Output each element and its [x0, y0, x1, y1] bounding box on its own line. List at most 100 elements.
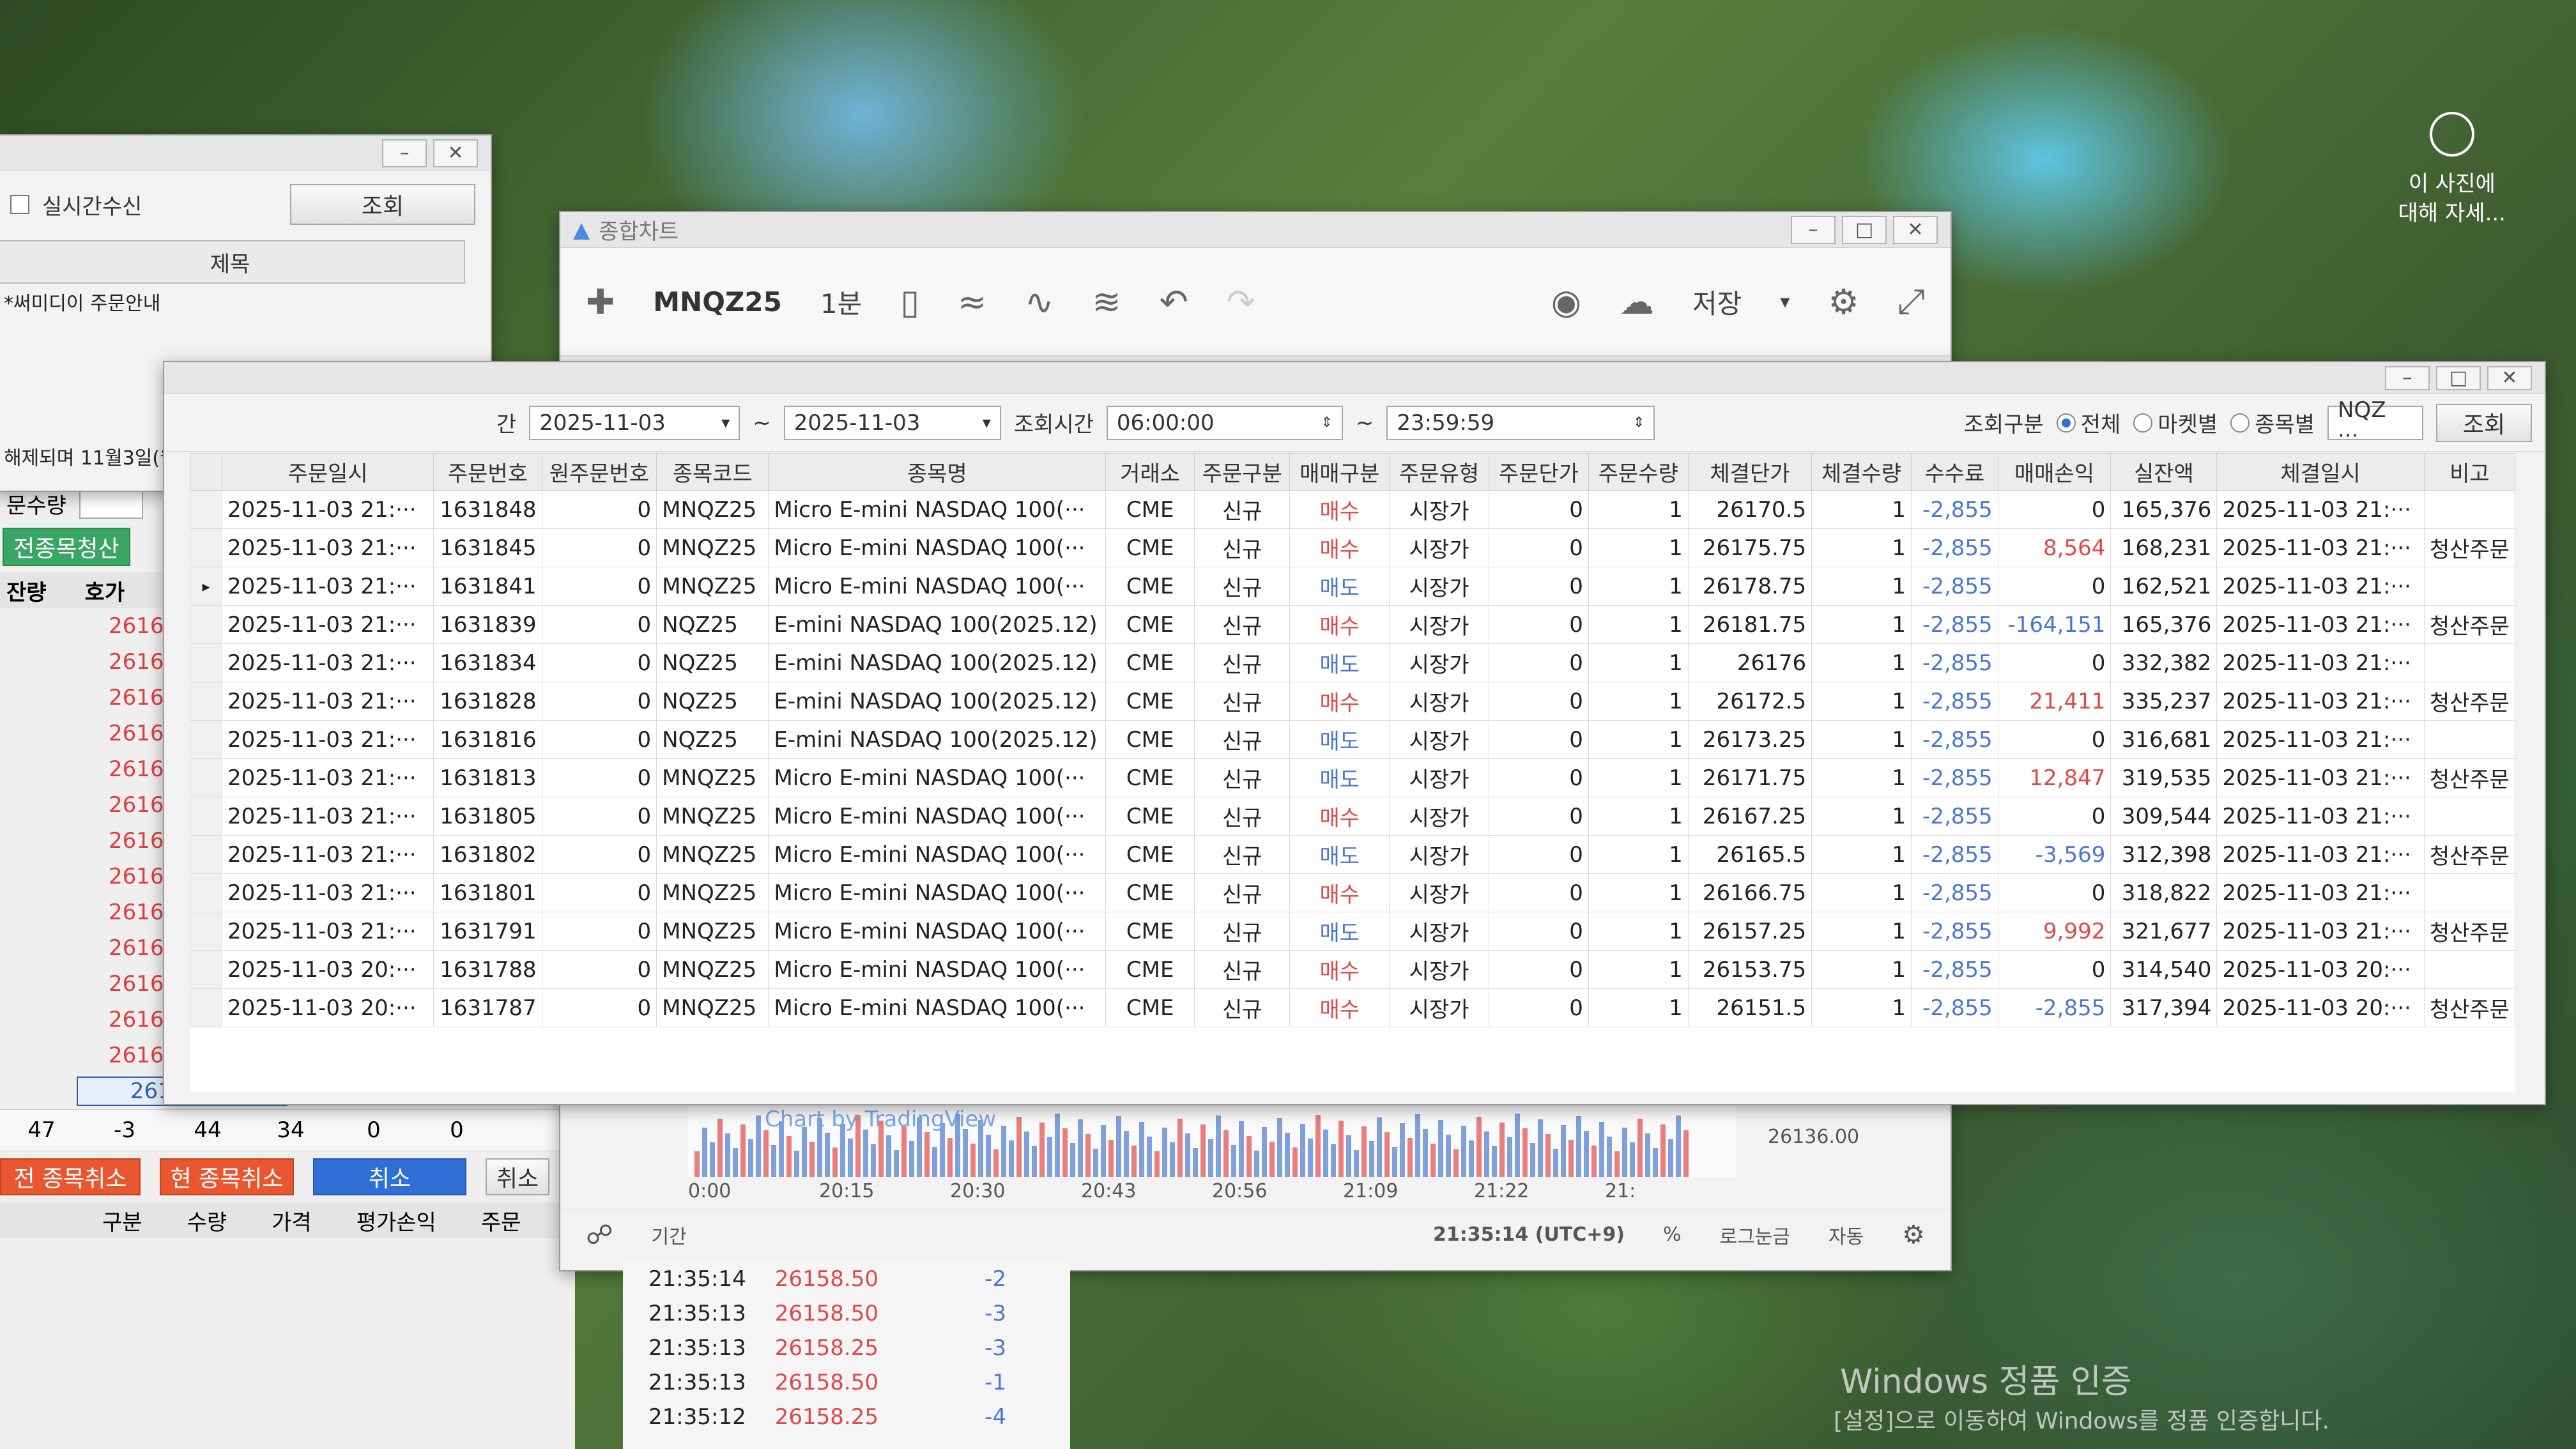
realtime-checkbox[interactable]	[10, 195, 29, 214]
cancel-current-button[interactable]: 현 종목취소	[160, 1158, 294, 1195]
radio-symbol[interactable]: 종목별	[2230, 407, 2315, 438]
line-icon[interactable]: ∿	[1025, 282, 1054, 322]
spinner-icon[interactable]: ⇕	[1633, 415, 1644, 431]
column-header[interactable]: 체결단가	[1687, 453, 1813, 491]
column-header[interactable]: 주문수량	[1588, 453, 1689, 491]
column-header[interactable]: 수수료	[1910, 453, 1998, 491]
order-history-titlebar[interactable]: – □ ✕	[164, 362, 2545, 394]
table-row[interactable]: 2025-11-03 21:··· 1631813 0 MNQZ25 Micro E-m…	[190, 758, 2515, 797]
time-to-input[interactable]: 23:59:59 ⇕	[1386, 405, 1655, 440]
time-from-input[interactable]: 06:00:00 ⇕	[1106, 405, 1343, 440]
chart-titlebar[interactable]: ▲ 종합차트 – □ ✕	[560, 212, 1951, 248]
table-row[interactable]: 2025-11-03 21:··· 1631834 0 NQZ25 E-mini NAS…	[190, 643, 2515, 682]
volume-bar	[1622, 1128, 1627, 1177]
table-row[interactable]: 2025-11-03 21:··· 1631801 0 MNQZ25 Micro E-m…	[190, 873, 2515, 912]
cancel-all-button[interactable]: 전 종목취소	[0, 1158, 141, 1195]
column-header[interactable]: 매매구분	[1289, 453, 1390, 491]
gear-icon[interactable]: ⚙	[1828, 282, 1859, 322]
notice-row[interactable]: *써미디이 주문안내	[0, 284, 491, 319]
table-row[interactable]: 2025-11-03 21:··· 1631802 0 MNQZ25 Micro E-m…	[190, 835, 2515, 874]
volume-bar	[809, 1142, 815, 1177]
percent-toggle[interactable]: %	[1663, 1223, 1682, 1246]
notice-query-button[interactable]: 조회	[290, 184, 475, 225]
column-header[interactable]: 원주문번호	[541, 453, 657, 491]
column-header[interactable]: 종목코드	[656, 453, 769, 491]
column-header[interactable]: 주문번호	[433, 453, 542, 491]
tick-qty: -4	[985, 1404, 1006, 1430]
spinner-icon[interactable]: ⇕	[1321, 415, 1332, 431]
list-close-button[interactable]: ✕	[2487, 365, 2532, 390]
column-header[interactable]: 종목명	[768, 453, 1107, 491]
table-row[interactable]: ▸ 2025-11-03 21:··· 1631841 0 MNQZ25 Micro E-…	[190, 567, 2515, 606]
auto-toggle[interactable]: 자동	[1828, 1221, 1864, 1249]
chart-close-button[interactable]: ✕	[1893, 215, 1938, 244]
table-row[interactable]: 2025-11-03 21:··· 1631816 0 NQZ25 E-mini NAS…	[190, 720, 2515, 759]
camera-icon[interactable]: ◉	[1551, 282, 1581, 322]
hoga-price: 2616	[109, 685, 164, 710]
cell-qty: 1	[1588, 912, 1689, 951]
notice-titlebar[interactable]: – ✕	[0, 135, 491, 171]
chart-minimize-button[interactable]: –	[1791, 215, 1836, 244]
radio-market[interactable]: 마켓별	[2133, 407, 2218, 438]
candle-icon[interactable]: ▯	[900, 282, 919, 322]
calendar-dropdown-icon[interactable]: ▾	[721, 413, 730, 433]
column-header[interactable]: 거래소	[1105, 453, 1195, 491]
table-row[interactable]: 2025-11-03 21:··· 1631848 0 MNQZ25 Micro E-m…	[190, 490, 2515, 529]
table-row[interactable]: 2025-11-03 21:··· 1631828 0 NQZ25 E-mini NAS…	[190, 682, 2515, 721]
crosshair-icon[interactable]: ✚	[586, 282, 615, 322]
chart-area[interactable]: Chart by TradingView	[688, 1107, 1736, 1177]
chart-maximize-button[interactable]: □	[1842, 215, 1887, 244]
column-header[interactable]: 매매손익	[1997, 453, 2112, 491]
cell-code: MNQZ25	[656, 873, 769, 912]
redo-icon[interactable]: ↷	[1227, 282, 1255, 322]
column-header[interactable]: 비고	[2423, 453, 2515, 491]
wallpaper-info[interactable]: 이 사진에 대해 자세...	[2398, 112, 2506, 228]
minimize-button[interactable]: –	[382, 139, 427, 167]
list-maximize-button[interactable]: □	[2436, 365, 2481, 390]
fullscreen-icon[interactable]: ⤢	[1897, 281, 1925, 322]
order-qty-input[interactable]	[79, 488, 143, 519]
cloud-icon[interactable]: ☁	[1620, 282, 1654, 322]
column-header[interactable]: 주문유형	[1389, 453, 1490, 491]
column-header[interactable]: 실잔액	[2110, 453, 2218, 491]
column-header[interactable]: 체결수량	[1811, 453, 1912, 491]
period-label[interactable]: 기간	[652, 1221, 687, 1249]
chart-interval[interactable]: 1분	[820, 282, 862, 321]
minimize-icon: –	[399, 142, 410, 164]
list-query-button[interactable]: 조회	[2436, 403, 2532, 442]
indicator-icon[interactable]: ≈	[958, 282, 986, 322]
symbol-filter-input[interactable]: NQZ ···	[2327, 397, 2423, 448]
tick-time: 21:35:13	[648, 1335, 746, 1361]
table-row[interactable]: 2025-11-03 21:··· 1631839 0 NQZ25 E-mini NAS…	[190, 605, 2515, 644]
table-row[interactable]: 2025-11-03 20:··· 1631787 0 MNQZ25 Micro E-m…	[190, 988, 2515, 1027]
close-button[interactable]: ✕	[433, 139, 478, 167]
clear-all-button[interactable]: 전종목청산	[3, 528, 130, 566]
cell-fee: -2,855	[1910, 988, 1998, 1027]
chart-settings-icon[interactable]: ⚙	[1902, 1220, 1925, 1250]
chart-symbol[interactable]: MNQZ25	[653, 286, 782, 318]
volume-bar	[1660, 1124, 1666, 1177]
save-label[interactable]: 저장	[1692, 282, 1742, 321]
date-from-input[interactable]: 2025-11-03 ▾	[529, 405, 740, 440]
column-header[interactable]: 체결일시	[2216, 453, 2425, 491]
table-row[interactable]: 2025-11-03 20:··· 1631788 0 MNQZ25 Micro E-m…	[190, 950, 2515, 989]
column-header[interactable]: 주문일시	[222, 453, 434, 491]
chevron-down-icon[interactable]: ▾	[1780, 291, 1790, 313]
cell-name: Micro E-mini NASDAQ 100(···	[768, 988, 1107, 1027]
table-row[interactable]: 2025-11-03 21:··· 1631805 0 MNQZ25 Micro E-m…	[190, 797, 2515, 836]
log-toggle[interactable]: 로그눈금	[1720, 1221, 1790, 1249]
list-minimize-button[interactable]: –	[2385, 365, 2430, 390]
radio-all[interactable]: 전체	[2056, 407, 2120, 438]
cancel-button[interactable]: 취소	[313, 1158, 466, 1195]
pattern-icon[interactable]: ≋	[1092, 282, 1121, 322]
calendar-dropdown-icon[interactable]: ▾	[983, 413, 991, 433]
table-row[interactable]: 2025-11-03 21:··· 1631791 0 MNQZ25 Micro E-m…	[190, 912, 2515, 951]
column-header[interactable]: 주문구분	[1194, 453, 1291, 491]
table-row[interactable]: 2025-11-03 21:··· 1631845 0 MNQZ25 Micro E-m…	[190, 528, 2515, 567]
undo-icon[interactable]: ↶	[1160, 282, 1188, 322]
cancel2-button[interactable]: 취소	[486, 1158, 549, 1195]
lock-icon[interactable]: ☍	[586, 1219, 613, 1250]
column-header[interactable]: 주문단가	[1489, 453, 1589, 491]
cell-fee: -2,855	[1910, 567, 1998, 606]
date-to-input[interactable]: 2025-11-03 ▾	[783, 405, 1001, 440]
